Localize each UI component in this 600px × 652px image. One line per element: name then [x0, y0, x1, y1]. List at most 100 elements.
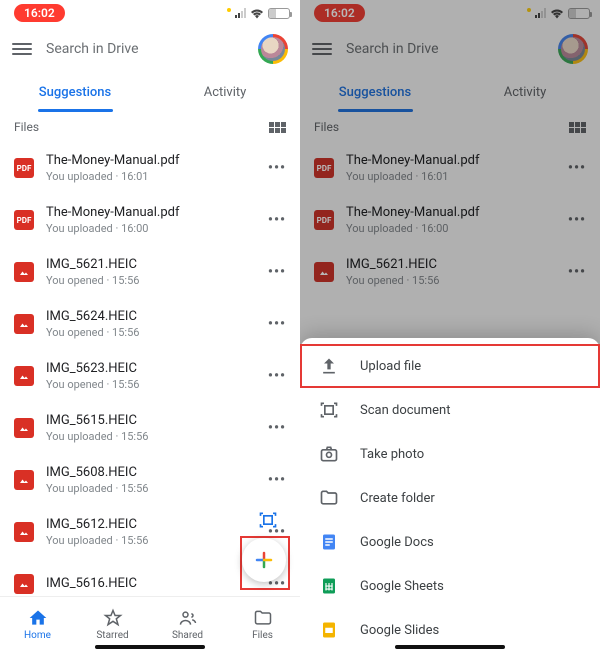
file-meta: You uploaded · 15:56 — [46, 430, 256, 443]
account-avatar[interactable] — [558, 34, 588, 64]
file-name: IMG_5624.HEIC — [46, 309, 256, 324]
file-meta: You opened · 15:56 — [46, 274, 256, 287]
slides-icon — [318, 621, 340, 639]
file-meta: You uploaded · 16:01 — [346, 170, 556, 183]
menu-icon[interactable] — [12, 43, 32, 55]
nav-files[interactable]: Files — [225, 597, 300, 652]
nav-shared[interactable]: Shared — [150, 597, 225, 652]
status-bar: 16:02 — [300, 0, 600, 26]
file-list: PDFThe-Money-Manual.pdfYou uploaded · 16… — [300, 142, 600, 302]
file-meta: You opened · 15:56 — [46, 378, 256, 391]
sheet-google-sheets[interactable]: Google Sheets — [300, 564, 600, 608]
search-bar[interactable]: Search in Drive — [300, 26, 600, 72]
nav-home[interactable]: Home — [0, 597, 75, 652]
status-time: 16:02 — [314, 4, 365, 22]
new-fab-button[interactable] — [242, 538, 286, 582]
file-meta: You uploaded · 16:00 — [46, 222, 256, 235]
file-name: IMG_5616.HEIC — [46, 576, 256, 591]
file-meta: You uploaded · 15:56 — [46, 482, 256, 495]
section-header: Files — [300, 112, 600, 142]
file-row[interactable]: PDFThe-Money-Manual.pdfYou uploaded · 16… — [300, 194, 600, 246]
bottom-nav: Home Starred Shared Files — [0, 596, 300, 652]
file-row[interactable]: IMG_5608.HEIC You uploaded · 15:56 ••• — [0, 454, 300, 506]
file-meta: You opened · 15:56 — [46, 326, 256, 339]
wifi-icon — [550, 8, 564, 19]
section-label: Files — [14, 120, 39, 134]
file-row[interactable]: IMG_5621.HEICYou opened · 15:56••• — [0, 246, 300, 298]
docs-icon — [318, 533, 340, 551]
tab-suggestions[interactable]: Suggestions — [300, 72, 450, 112]
status-icons — [227, 8, 290, 19]
image-icon — [14, 366, 34, 386]
more-icon[interactable]: ••• — [568, 264, 586, 280]
file-row[interactable]: PDFThe-Money-Manual.pdfYou uploaded · 16… — [300, 142, 600, 194]
file-row[interactable]: IMG_5621.HEIC You opened · 15:56 ••• — [300, 246, 600, 298]
search-placeholder: Search in Drive — [46, 41, 244, 57]
pdf-icon: PDF — [314, 210, 334, 230]
more-icon[interactable]: ••• — [568, 160, 586, 176]
image-icon — [14, 314, 34, 334]
signal-icon — [535, 8, 546, 18]
pdf-icon: PDF — [314, 158, 334, 178]
signal-icon — [235, 8, 246, 18]
more-icon[interactable]: ••• — [268, 316, 286, 332]
tabs: Suggestions Activity — [0, 72, 300, 112]
more-icon[interactable]: ••• — [568, 212, 586, 228]
menu-icon[interactable] — [312, 43, 332, 55]
file-meta: You uploaded · 16:00 — [346, 222, 556, 235]
view-grid-icon[interactable] — [569, 122, 586, 133]
section-label: Files — [314, 120, 339, 134]
view-grid-icon[interactable] — [269, 122, 286, 133]
more-icon[interactable]: ••• — [268, 420, 286, 436]
file-meta: You opened · 15:56 — [346, 274, 556, 287]
phone-left: 16:02 Search in Drive Suggestions Activi… — [0, 0, 300, 652]
tab-suggestions[interactable]: Suggestions — [0, 72, 150, 112]
search-placeholder: Search in Drive — [346, 41, 544, 57]
tab-activity[interactable]: Activity — [150, 72, 300, 112]
file-name: IMG_5608.HEIC — [46, 465, 256, 480]
pdf-icon: PDF — [14, 210, 34, 230]
sheets-icon — [318, 577, 340, 595]
more-icon[interactable]: ••• — [268, 368, 286, 384]
file-row[interactable]: IMG_5624.HEIC You opened · 15:56 ••• — [0, 298, 300, 350]
account-avatar[interactable] — [258, 34, 288, 64]
status-icons — [527, 8, 590, 19]
scan-icon — [318, 400, 340, 420]
scan-shortcut-icon[interactable] — [258, 510, 278, 530]
home-indicator — [395, 645, 505, 649]
sheet-upload-file[interactable]: Upload file — [300, 344, 600, 388]
sheet-scan-document[interactable]: Scan document — [300, 388, 600, 432]
wifi-icon — [250, 8, 264, 19]
more-icon[interactable]: ••• — [268, 212, 286, 228]
nav-starred[interactable]: Starred — [75, 597, 150, 652]
image-icon — [14, 470, 34, 490]
file-meta: You uploaded · 16:01 — [46, 170, 256, 183]
search-bar[interactable]: Search in Drive — [0, 26, 300, 72]
file-name: IMG_5612.HEIC — [46, 517, 256, 532]
phone-right: 16:02 Search in Drive Suggestions Activi… — [300, 0, 600, 652]
tab-activity[interactable]: Activity — [450, 72, 600, 112]
sheet-take-photo[interactable]: Take photo — [300, 432, 600, 476]
file-name: IMG_5621.HEIC — [346, 257, 556, 272]
file-name: IMG_5623.HEIC — [46, 361, 256, 376]
image-icon — [14, 262, 34, 282]
image-icon — [314, 262, 334, 282]
file-row[interactable]: PDFThe-Money-Manual.pdfYou uploaded · 16… — [0, 194, 300, 246]
image-icon — [14, 418, 34, 438]
file-row[interactable]: PDFThe-Money-Manual.pdfYou uploaded · 16… — [0, 142, 300, 194]
sheet-google-docs[interactable]: Google Docs — [300, 520, 600, 564]
more-icon[interactable]: ••• — [268, 264, 286, 280]
recording-dot-icon — [527, 8, 531, 12]
home-indicator — [95, 645, 205, 649]
file-meta: You uploaded · 15:56 — [46, 534, 256, 547]
file-row[interactable]: IMG_5623.HEIC You opened · 15:56 ••• — [0, 350, 300, 402]
tabs: Suggestions Activity — [300, 72, 600, 112]
file-name: IMG_5615.HEIC — [46, 413, 256, 428]
battery-icon — [568, 8, 590, 19]
camera-icon — [318, 444, 340, 464]
recording-dot-icon — [227, 8, 231, 12]
sheet-create-folder[interactable]: Create folder — [300, 476, 600, 520]
file-row[interactable]: IMG_5615.HEIC You uploaded · 15:56 ••• — [0, 402, 300, 454]
more-icon[interactable]: ••• — [268, 160, 286, 176]
more-icon[interactable]: ••• — [268, 472, 286, 488]
